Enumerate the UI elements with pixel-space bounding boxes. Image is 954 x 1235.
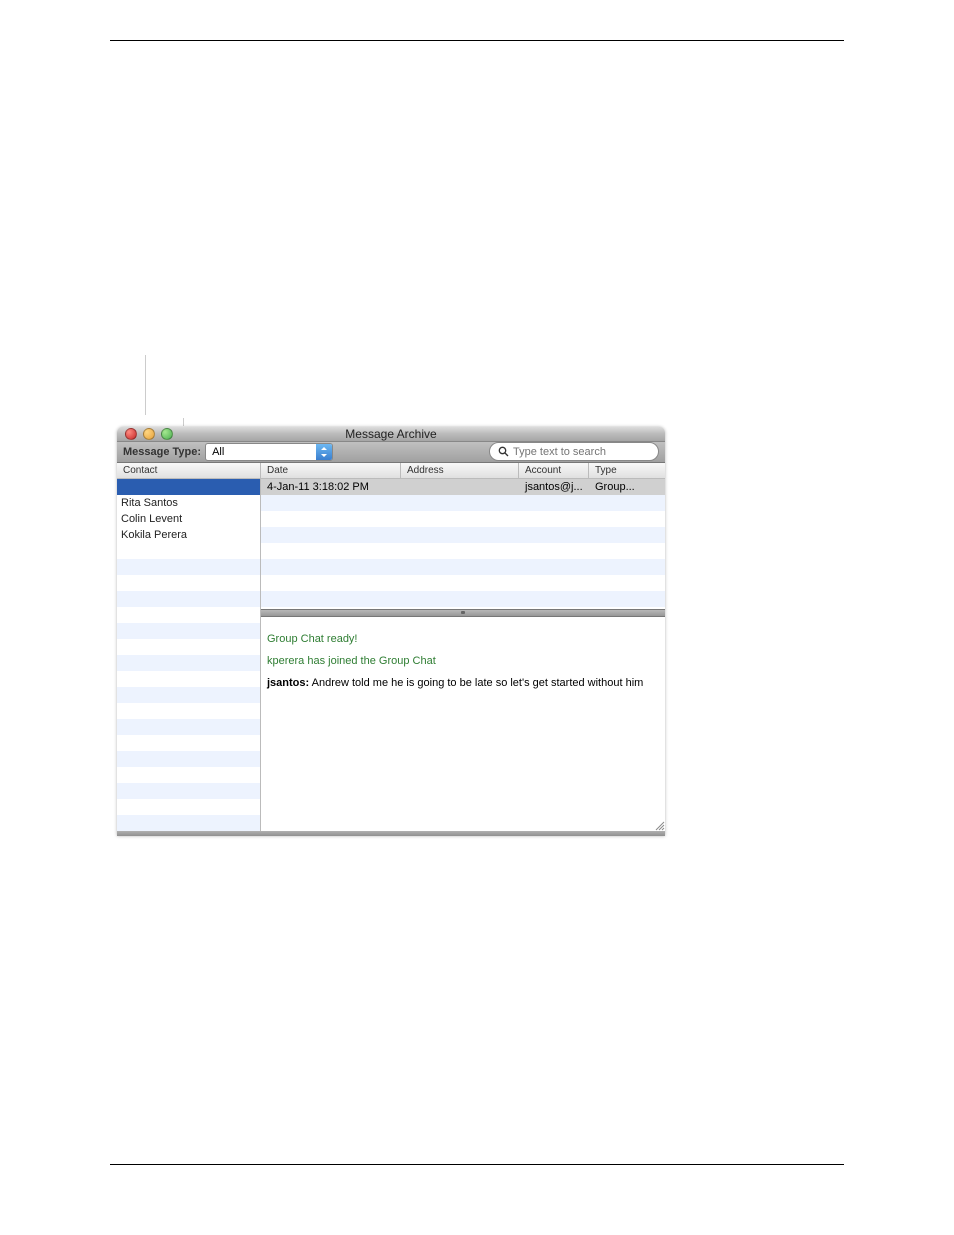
search-input[interactable] — [489, 442, 659, 461]
contact-list[interactable]: Rita Santos Colin Levent Kokila Perera — [117, 479, 260, 831]
col-header-address[interactable]: Address — [401, 463, 519, 478]
col-header-date[interactable]: Date — [261, 463, 401, 478]
cell-date: 4-Jan-11 3:18:02 PM — [261, 479, 401, 495]
contact-row[interactable] — [117, 479, 260, 495]
resize-grip-icon[interactable] — [653, 819, 665, 831]
message-table[interactable]: 4-Jan-11 3:18:02 PM jsantos@j... Group..… — [261, 479, 665, 609]
system-message: Group Chat ready! — [267, 633, 659, 645]
system-message: kperera has joined the Group Chat — [267, 655, 659, 667]
message-type-select[interactable]: All — [205, 443, 333, 461]
message-text: Andrew told me he is going to be late so… — [309, 677, 643, 689]
window-controls — [117, 428, 173, 440]
main-pane: Date Address Account Type 4-Jan-11 3:18:… — [261, 463, 665, 831]
table-header: Date Address Account Type — [261, 463, 665, 479]
table-row[interactable]: 4-Jan-11 3:18:02 PM jsantos@j... Group..… — [261, 479, 665, 495]
pane-splitter[interactable] — [261, 609, 665, 617]
contact-row[interactable]: Kokila Perera — [117, 527, 260, 543]
search-icon — [498, 446, 509, 457]
page-rule-top — [110, 40, 844, 41]
contact-sidebar: Contact Rita Santos Colin Levent Kokila … — [117, 463, 261, 831]
close-icon[interactable] — [125, 428, 137, 440]
cursor-indicator — [142, 355, 146, 415]
chat-transcript: Group Chat ready! kperera has joined the… — [261, 617, 665, 831]
message-sender: jsantos: — [267, 677, 309, 689]
message-archive-window: Message Archive Message Type: All Contac… — [117, 427, 665, 836]
cell-type: Group... — [589, 479, 665, 495]
window-title: Message Archive — [117, 427, 665, 441]
toolbar: Message Type: All — [117, 442, 665, 463]
cell-account: jsantos@j... — [519, 479, 589, 495]
search-field[interactable] — [513, 446, 655, 458]
window-body: Contact Rita Santos Colin Levent Kokila … — [117, 463, 665, 831]
contact-row[interactable]: Rita Santos — [117, 495, 260, 511]
contact-row[interactable]: Colin Levent — [117, 511, 260, 527]
chat-message: jsantos: Andrew told me he is going to b… — [267, 677, 659, 689]
select-value: All — [212, 446, 316, 458]
minimize-icon[interactable] — [143, 428, 155, 440]
cursor-indicator — [178, 418, 184, 426]
col-header-type[interactable]: Type — [589, 463, 665, 478]
status-bar — [117, 831, 665, 836]
cell-address — [401, 479, 519, 495]
grip-icon — [461, 611, 465, 614]
filter-label: Message Type: — [123, 446, 201, 458]
zoom-icon[interactable] — [161, 428, 173, 440]
titlebar[interactable]: Message Archive — [117, 427, 665, 442]
page-rule-bottom — [110, 1164, 844, 1165]
col-header-account[interactable]: Account — [519, 463, 589, 478]
chevron-updown-icon — [316, 444, 332, 460]
contact-column-header[interactable]: Contact — [117, 463, 260, 479]
